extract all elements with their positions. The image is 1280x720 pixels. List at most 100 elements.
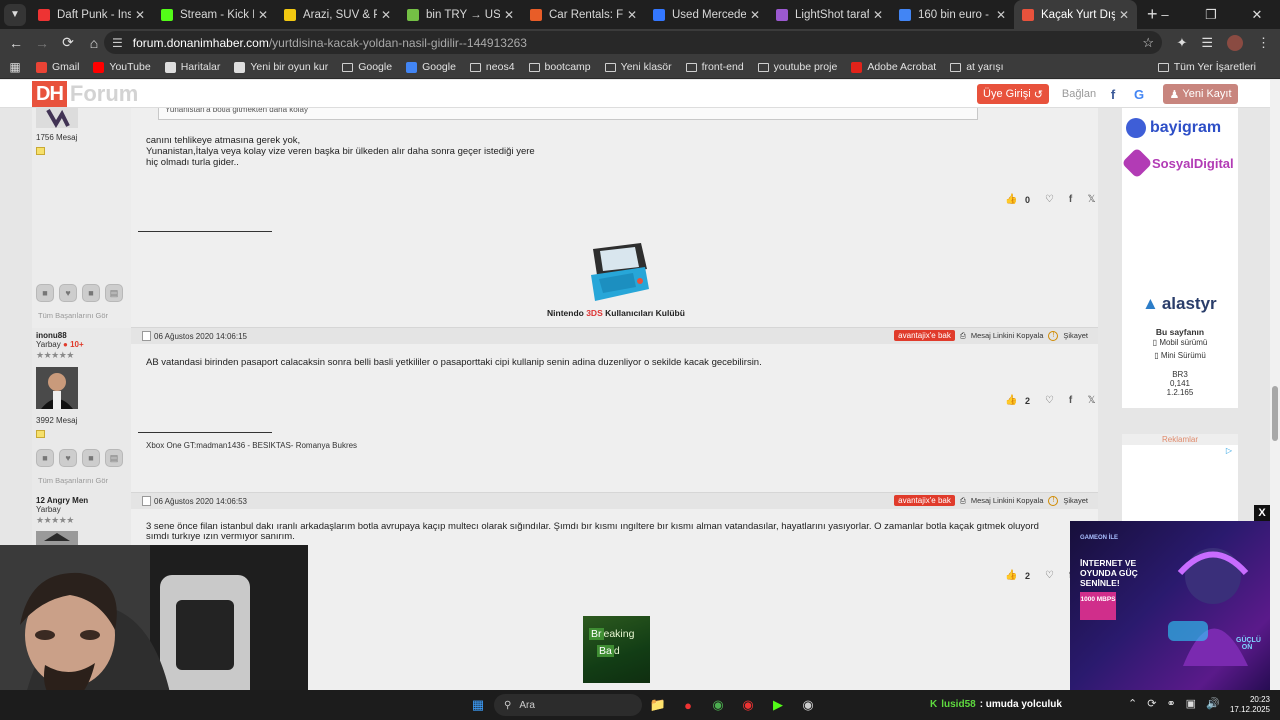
browser-tab[interactable]: 160 bin euro - Google ✕ — [891, 0, 1014, 29]
bayigram-logo[interactable]: bayigram — [1126, 118, 1221, 138]
menu-icon[interactable]: ⋮ — [1257, 35, 1270, 51]
restore-icon[interactable]: ❐ — [1188, 7, 1234, 23]
heart-icon[interactable]: ♡ — [1042, 393, 1057, 408]
copy-link-button[interactable]: Mesaj Linkini Kopyala — [971, 331, 1044, 340]
chevron-up-icon[interactable]: ⌃ — [1128, 697, 1137, 710]
badge-icon[interactable]: ■ — [36, 284, 54, 302]
file-explorer-icon[interactable]: 📁 — [648, 695, 668, 715]
facebook-share-icon[interactable]: f — [1063, 192, 1078, 207]
apps-grid-icon[interactable]: ▦ — [2, 60, 28, 74]
tab-close-icon[interactable]: ✕ — [504, 8, 514, 22]
bookmark-item[interactable]: youtube proje — [757, 61, 837, 73]
like-icon[interactable]: 👍 — [1004, 393, 1019, 408]
home-icon[interactable]: ⌂ — [82, 35, 106, 51]
system-clock[interactable]: 20:23 17.12.2025 — [1228, 695, 1270, 715]
site-logo[interactable]: DH Forum — [32, 81, 138, 107]
kick-icon[interactable]: ▶ — [768, 695, 788, 715]
badge-icon[interactable]: ■ — [36, 449, 54, 467]
taskbar-search[interactable]: ⚲ Ara — [494, 694, 642, 716]
browser-tab[interactable]: Used Mercedes-Benz ✕ — [645, 0, 768, 29]
extensions-icon[interactable]: ✦ — [1176, 35, 1187, 51]
badge-icon[interactable]: ■ — [82, 449, 100, 467]
red-app-icon[interactable]: ● — [678, 695, 698, 715]
login-button[interactable]: Üye Girişi ↺ — [977, 84, 1049, 104]
microphone-icon[interactable]: ⚭ — [1166, 697, 1175, 710]
badge-icon[interactable]: ▤ — [105, 284, 123, 302]
browser-tab[interactable]: Arazi, SUV & Pickup M ✕ — [276, 0, 399, 29]
heart-icon[interactable]: ♡ — [1042, 568, 1057, 583]
report-button[interactable]: Şikayet — [1063, 496, 1088, 505]
all-achievements-link[interactable]: Tüm Başarılarını Gör — [38, 311, 108, 320]
bookmark-item[interactable]: front-end — [685, 61, 744, 73]
forward-icon[interactable]: → — [30, 35, 54, 51]
network-icon[interactable]: ▣ — [1186, 697, 1196, 710]
view-profile-button[interactable]: avantajix'e bak — [894, 495, 955, 506]
browser-tab[interactable]: LightShot tarafından ✕ — [768, 0, 891, 29]
report-button[interactable]: Şikayet — [1063, 331, 1088, 340]
site-info-icon[interactable]: ☰ — [112, 36, 123, 50]
mobile-version-link[interactable]: ▯ Mobil sürümü — [1122, 338, 1238, 347]
like-icon[interactable]: 👍 — [1004, 192, 1019, 207]
all-bookmarks[interactable]: Tüm Yer İşaretleri — [1157, 61, 1256, 73]
tab-close-icon[interactable]: ✕ — [1119, 8, 1129, 22]
url-bar[interactable]: ☰ forum.donanimhaber.com/yurtdisina-kaca… — [104, 31, 1162, 54]
chrome-icon[interactable]: ◉ — [708, 695, 728, 715]
badge-icon[interactable]: ♥ — [59, 449, 77, 467]
tab-close-icon[interactable]: ✕ — [873, 8, 883, 22]
tab-close-icon[interactable]: ✕ — [627, 8, 637, 22]
google-login-icon[interactable]: G — [1130, 85, 1148, 103]
page-scrollbar[interactable] — [1270, 80, 1280, 690]
bookmark-item[interactable]: neos4 — [469, 61, 515, 73]
username[interactable]: 12 Angry Men — [36, 496, 88, 505]
x-share-icon[interactable]: 𝕏 — [1084, 393, 1099, 408]
mini-version-link[interactable]: ▯ Mini Sürümü — [1122, 351, 1238, 360]
badge-icon[interactable]: ■ — [82, 284, 100, 302]
sync-icon[interactable]: ⟳ — [1147, 697, 1156, 710]
ad-close-button[interactable]: X — [1254, 505, 1270, 521]
bookmark-item[interactable]: Yeni klasör — [604, 61, 672, 73]
tab-close-icon[interactable]: ✕ — [381, 8, 391, 22]
chrome-alt-icon[interactable]: ◉ — [798, 695, 818, 715]
bookmark-item[interactable]: Google — [342, 61, 392, 73]
bookmark-item[interactable]: YouTube — [93, 61, 151, 73]
badge-icon[interactable]: ♥ — [59, 284, 77, 302]
bookmark-item[interactable]: Adobe Acrobat — [851, 61, 936, 73]
browser-tab[interactable]: Car Rentals: Find Che ✕ — [522, 0, 645, 29]
reload-icon[interactable]: ⟳ — [56, 34, 80, 51]
windows-start-icon[interactable]: ▦ — [468, 695, 488, 715]
profile-avatar[interactable] — [1227, 34, 1243, 51]
username[interactable]: inonu88 — [36, 331, 67, 340]
browser-tab[interactable]: Kaçak Yurt Dışına Na ✕ — [1014, 0, 1137, 29]
view-profile-button[interactable]: avantajix'e bak — [894, 330, 955, 341]
bookmark-item[interactable]: Google — [406, 61, 456, 73]
tab-close-icon[interactable]: ✕ — [996, 8, 1006, 22]
obs-icon[interactable]: ◉ — [738, 695, 758, 715]
facebook-login-icon[interactable]: f — [1104, 85, 1122, 103]
browser-tab[interactable]: Stream - Kick Dashbo ✕ — [153, 0, 276, 29]
bookmark-star-icon[interactable]: ☆ — [1142, 35, 1154, 51]
tab-close-icon[interactable]: ✕ — [750, 8, 760, 22]
volume-icon[interactable]: 🔊 — [1206, 697, 1220, 710]
like-icon[interactable]: 👍 — [1004, 568, 1019, 583]
register-button[interactable]: ♟ Yeni Kayıt — [1163, 84, 1238, 104]
tab-search-button[interactable]: ▼ — [4, 3, 26, 26]
browser-tab[interactable]: Daft Punk - Instant ✕ — [30, 0, 153, 29]
gameon-ad[interactable]: GAMEON İLE İNTERNET VE OYUNDA GÜÇ SENİNL… — [1070, 521, 1270, 690]
facebook-share-icon[interactable]: f — [1063, 393, 1078, 408]
browser-tab[interactable]: bin TRY → USD - Türk ✕ — [399, 0, 522, 29]
bookmark-item[interactable]: at yarışı — [950, 61, 1004, 73]
media-icon[interactable]: ☰ — [1201, 35, 1213, 51]
bookmark-item[interactable]: bootcamp — [528, 61, 591, 73]
x-share-icon[interactable]: 𝕏 — [1084, 192, 1099, 207]
bookmark-item[interactable]: Haritalar — [164, 61, 220, 73]
sosyaldigital-logo[interactable]: SosyalDigital — [1121, 147, 1234, 179]
all-achievements-link[interactable]: Tüm Başarılarını Gör — [38, 476, 108, 485]
close-window-icon[interactable]: ✕ — [1234, 7, 1280, 23]
copy-link-button[interactable]: Mesaj Linkini Kopyala — [971, 496, 1044, 505]
bookmark-item[interactable]: Yeni bir oyun kur — [234, 61, 328, 73]
bookmark-item[interactable]: Gmail — [36, 61, 79, 73]
tab-close-icon[interactable]: ✕ — [135, 8, 145, 22]
back-icon[interactable]: ← — [4, 35, 28, 51]
scrollbar-thumb[interactable] — [1272, 386, 1278, 441]
alastyr-logo[interactable]: ▲ alastyr — [1142, 294, 1217, 314]
